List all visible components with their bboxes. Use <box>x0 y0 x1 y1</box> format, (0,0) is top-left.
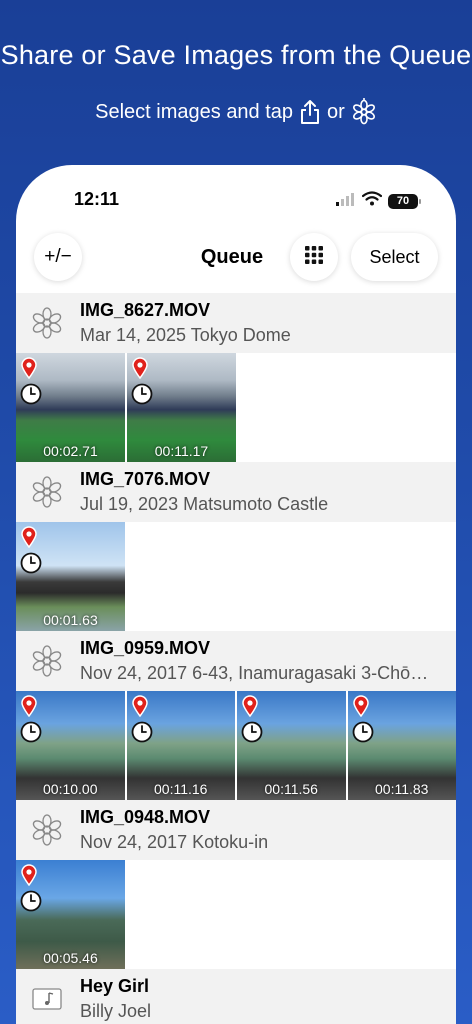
promo-subtitle: Select images and tap or <box>0 98 472 126</box>
phone-screen: 12:11 70 +/− Queue Select IMG_8627.MOV M… <box>16 165 456 1024</box>
thumbnail-row: 00:02.71 00:11.17 <box>16 353 456 462</box>
navigation-bar: +/− Queue Select <box>16 233 456 283</box>
frame-timestamp: 00:11.83 <box>375 781 429 797</box>
frame-timestamp: 00:11.17 <box>154 443 209 459</box>
frame-timestamp: 00:02.71 <box>43 443 98 459</box>
grid-view-button[interactable] <box>290 233 338 281</box>
frame-timestamp: 00:11.56 <box>264 781 318 797</box>
group-description: Nov 24, 2017 Kotoku-in <box>80 832 269 852</box>
audio-item[interactable]: Hey Girl Billy Joel <box>16 969 456 1024</box>
clock-icon <box>20 552 42 579</box>
group-header[interactable]: IMG_8627.MOV Mar 14, 2025 Tokyo Dome <box>16 293 456 353</box>
flower-icon <box>29 643 65 679</box>
page-title: Queue <box>200 246 264 268</box>
signal-icon <box>336 192 356 211</box>
frame-timestamp: 00:10.00 <box>43 781 98 797</box>
queue-list: IMG_8627.MOV Mar 14, 2025 Tokyo Dome 00:02… <box>16 293 456 1024</box>
group-filename: IMG_0948.MOV <box>80 807 211 827</box>
location-pin-icon <box>131 695 148 722</box>
group-header[interactable]: IMG_7076.MOV Jul 19, 2023 Matsumoto Castl… <box>16 462 456 522</box>
status-time: 12:11 <box>74 189 120 209</box>
audio-artist: Billy Joel <box>80 1001 152 1021</box>
group-header[interactable]: IMG_0959.MOV Nov 24, 2017 6-43, Inamuraga… <box>16 631 456 691</box>
flower-icon <box>29 305 65 341</box>
frame-thumbnail[interactable]: 00:01.63 <box>16 522 125 631</box>
share-icon <box>299 99 321 125</box>
flower-icon <box>351 98 377 126</box>
flower-icon <box>29 474 65 510</box>
frame-thumbnail[interactable]: 00:11.17 <box>127 353 236 462</box>
thumbnail-row: 00:10.00 00:11.16 00:11.56 00:11.83 <box>16 691 456 800</box>
location-pin-icon <box>242 695 258 722</box>
flower-icon <box>29 812 65 848</box>
frame-thumbnail[interactable]: 00:10.00 <box>16 691 125 800</box>
location-pin-icon <box>21 695 37 722</box>
audio-title: Hey Girl <box>80 976 150 996</box>
frame-timestamp: 00:01.63 <box>43 612 98 628</box>
group-description: Jul 19, 2023 Matsumoto Castle <box>80 494 329 514</box>
clock-icon <box>20 721 42 748</box>
promo-title: Share or Save Images from the Queue <box>0 40 472 70</box>
group-filename: IMG_8627.MOV <box>80 300 211 320</box>
grid-icon <box>305 245 323 269</box>
clock-icon <box>20 383 42 410</box>
select-button[interactable]: Select <box>351 233 438 281</box>
group-header[interactable]: IMG_0948.MOV Nov 24, 2017 Kotoku-in <box>16 800 456 860</box>
promo-subtitle-text: Select images and tap <box>95 100 294 123</box>
music-note-icon <box>29 981 65 1017</box>
clock-icon <box>131 383 153 410</box>
frame-timestamp: 00:05.46 <box>43 950 98 966</box>
frame-thumbnail[interactable]: 00:11.83 <box>347 691 456 800</box>
clock-icon <box>352 721 374 748</box>
thumbnail-row: 00:05.46 <box>16 860 456 969</box>
location-pin-icon <box>21 357 37 384</box>
group-filename: IMG_7076.MOV <box>80 469 211 489</box>
promo-or-text: or <box>327 100 345 123</box>
group-description: Mar 14, 2025 Tokyo Dome <box>80 325 291 345</box>
status-bar: 12:11 70 <box>16 189 456 213</box>
clock-icon <box>131 721 153 748</box>
frame-timestamp: 00:11.16 <box>154 781 208 797</box>
location-pin-icon <box>132 357 148 384</box>
battery-icon: 70 <box>388 193 421 209</box>
frame-thumbnail[interactable]: 00:02.71 <box>16 353 125 462</box>
location-pin-icon <box>21 864 37 891</box>
location-pin-icon <box>21 526 37 553</box>
clock-icon <box>241 721 263 748</box>
plus-minus-button[interactable]: +/− <box>34 233 82 281</box>
plus-minus-label: +/− <box>44 246 72 267</box>
frame-thumbnail[interactable]: 00:11.56 <box>237 691 346 800</box>
thumbnail-row: 00:01.63 <box>16 522 456 631</box>
group-description: Nov 24, 2017 6-43, Inamuragasaki 3-Chō… <box>80 663 429 683</box>
frame-thumbnail[interactable]: 00:05.46 <box>16 860 125 969</box>
frame-thumbnail[interactable]: 00:11.16 <box>126 691 235 800</box>
wifi-icon <box>361 191 383 211</box>
location-pin-icon <box>352 695 369 722</box>
clock-icon <box>20 890 42 917</box>
group-filename: IMG_0959.MOV <box>80 638 211 658</box>
